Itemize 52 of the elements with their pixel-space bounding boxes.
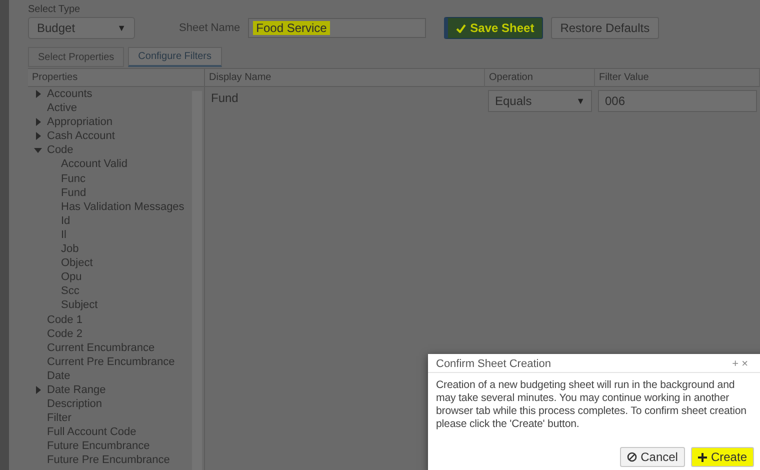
dialog-title: Confirm Sheet Creation [436, 358, 551, 370]
check-icon [456, 24, 466, 32]
tree-item[interactable]: Date [34, 368, 204, 383]
caret-right-icon[interactable] [34, 90, 42, 98]
plus-icon [698, 452, 707, 462]
tree-item[interactable]: Id [34, 214, 204, 228]
tree-item[interactable]: Current Encumbrance [34, 340, 204, 355]
tree-item[interactable]: Opu [34, 270, 204, 284]
dialog-message: Creation of a new budgeting sheet will run in the background and may take several minutes. You may continue working in another browser tab while this process completes. To confirm sheet creation please click the 'Create' button. [435, 378, 748, 431]
restore-button[interactable]: Restore Defaults [551, 17, 659, 39]
tree-item[interactable]: Description [34, 397, 204, 412]
cancel-button[interactable]: Cancel [620, 447, 685, 467]
tree-item[interactable]: Code [34, 143, 204, 158]
tree-item[interactable]: Code 1 [34, 312, 204, 327]
sheet-name-field[interactable]: Food Service [248, 18, 426, 38]
cancel-icon [626, 452, 637, 462]
tree-item[interactable]: Full Account Code [34, 425, 204, 440]
tab[interactable]: Configure Filters [128, 47, 222, 67]
column-header: Operation [485, 69, 595, 87]
save-button[interactable]: Save Sheet [444, 17, 544, 39]
create-button[interactable]: Create [690, 447, 754, 467]
tree-item[interactable]: Object [34, 256, 204, 270]
tree-item[interactable]: Future Encumbrance [34, 439, 204, 454]
tree-item[interactable]: Has Validation Messages [34, 200, 204, 214]
tree-item[interactable]: Date Range [34, 382, 204, 398]
caret-down-icon[interactable] [34, 146, 42, 154]
dialog-controls[interactable]: + × [732, 358, 748, 370]
column-header: Display Name [205, 69, 485, 87]
tree-item[interactable]: Current Pre Encumbrance [34, 354, 204, 369]
tree-item[interactable]: Subject [34, 298, 204, 312]
filter-value-field[interactable]: 006 [598, 90, 757, 112]
operation-dropdown[interactable]: Equals ▼ [488, 90, 592, 112]
tree-item[interactable]: Active [34, 101, 204, 116]
tree-item[interactable]: Func [34, 172, 204, 186]
tree-item[interactable]: Il [34, 228, 204, 242]
tab[interactable]: Select Properties [28, 47, 124, 67]
table-cell-text: Fund [210, 90, 240, 107]
caret-right-icon[interactable] [34, 386, 42, 394]
tree-item[interactable]: Job [34, 242, 204, 256]
properties-header: Properties [28, 69, 204, 87]
tree-item[interactable]: Scc [34, 284, 204, 298]
tree-item[interactable]: Cash Account [34, 129, 204, 144]
tree-item[interactable]: Filter [34, 411, 204, 426]
type-dropdown[interactable]: Budget ▼ [28, 17, 135, 39]
tree-item[interactable]: Fund [34, 186, 204, 200]
tree-item[interactable]: Accounts [34, 87, 204, 102]
column-header: Filter Value [595, 69, 760, 87]
tree-item[interactable]: Account Valid [34, 157, 204, 172]
tree-item[interactable]: Code 2 [34, 326, 204, 341]
select-type-label: Select Type [28, 4, 82, 15]
tree-item[interactable]: Appropriation [34, 115, 204, 130]
tree-item[interactable]: Future Pre Encumbrance [34, 453, 204, 468]
